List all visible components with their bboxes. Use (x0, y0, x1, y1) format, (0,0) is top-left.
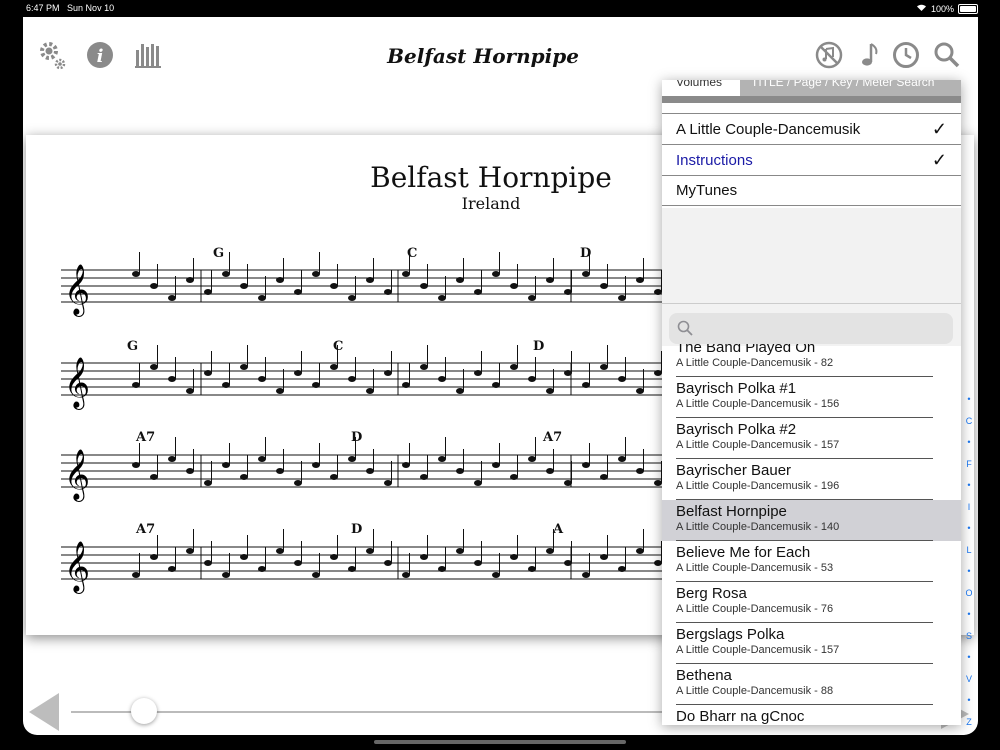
volume-list-empty-area (662, 208, 961, 304)
tune-title: Bayrisch Polka #2 (676, 421, 797, 438)
tune-source: A Little Couple-Dancemusik - 157 (676, 439, 840, 451)
volume-item[interactable]: A Little Couple-Dancemusik ✓ (662, 113, 961, 144)
battery-percent: 100% (930, 3, 954, 14)
status-bar: 6:47 PM Sun Nov 10 100% (0, 0, 1000, 17)
no-sound-icon[interactable] (815, 41, 843, 69)
index-dot[interactable]: • (962, 518, 976, 540)
tune-row[interactable]: Do Bharr na gCnoc (662, 705, 961, 725)
status-battery: 100% (916, 3, 978, 14)
tune-title: Believe Me for Each (676, 544, 811, 561)
svg-text:i: i (97, 46, 104, 67)
tune-title: Bayrisch Polka #1 (676, 380, 797, 397)
index-dot[interactable]: • (962, 432, 976, 454)
magnifier-icon (677, 320, 693, 341)
svg-text:𝄞: 𝄞 (64, 264, 90, 317)
tune-list[interactable]: The Band Played On A Little Couple-Dance… (662, 344, 961, 725)
index-dot[interactable]: • (962, 647, 976, 669)
tune-row[interactable]: Bayrischer Bauer A Little Couple-Dancemu… (662, 459, 961, 500)
previous-page-arrow-icon[interactable] (29, 693, 61, 735)
chord-label: D (580, 246, 591, 261)
tune-source: A Little Couple-Dancemusik - 53 (676, 562, 834, 574)
index-letter[interactable]: V (962, 669, 976, 691)
volume-label: MyTunes (676, 182, 738, 199)
index-dot[interactable]: • (962, 690, 976, 712)
index-dot[interactable]: • (962, 604, 976, 626)
tune-title: Bayrischer Bauer (676, 462, 792, 479)
index-letter[interactable]: F (962, 454, 976, 476)
svg-text:𝄞: 𝄞 (64, 541, 90, 594)
page-title: Belfast Hornpipe (387, 44, 579, 68)
status-time: 6:47 PM Sun Nov 10 (26, 3, 115, 13)
index-letter[interactable]: S (962, 626, 976, 648)
tune-row[interactable]: Bayrisch Polka #1 A Little Couple-Dancem… (662, 377, 961, 418)
chord-label: A7 (135, 522, 155, 537)
index-letter[interactable]: I (962, 497, 976, 519)
library-icon[interactable] (134, 41, 162, 69)
index-letter[interactable]: Z (962, 712, 976, 734)
tune-source: A Little Couple-Dancemusik - 196 (676, 480, 840, 492)
home-indicator (374, 740, 626, 744)
alphabet-index[interactable]: • C • F • I • L • O • S • V • Z (962, 389, 976, 729)
app-window: i Belfast Hornpipe Belfast Hornpipe Irel… (23, 17, 978, 735)
index-dot[interactable]: • (962, 475, 976, 497)
music-note-icon[interactable] (856, 41, 884, 69)
chord-label: A7 (542, 430, 562, 445)
chord-label: A (552, 522, 564, 537)
tune-row[interactable]: Bayrisch Polka #2 A Little Couple-Dancem… (662, 418, 961, 459)
index-dot[interactable]: • (962, 561, 976, 583)
index-letter[interactable]: L (962, 540, 976, 562)
tune-row[interactable]: Berg Rosa A Little Couple-Dancemusik - 7… (662, 582, 961, 623)
index-letter[interactable]: C (962, 411, 976, 433)
segment-bar (662, 96, 961, 103)
volume-label: Instructions (676, 151, 753, 169)
search-input[interactable] (699, 318, 939, 338)
svg-text:𝄞: 𝄞 (64, 357, 90, 410)
tune-source: A Little Couple-Dancemusik - 157 (676, 644, 840, 656)
tune-source: A Little Couple-Dancemusik - 76 (676, 603, 834, 615)
chord-label: G (213, 246, 224, 261)
svg-text:𝄞: 𝄞 (64, 449, 90, 502)
volume-item[interactable]: MyTunes (662, 175, 961, 206)
search-field[interactable] (669, 313, 953, 344)
tune-row[interactable]: The Band Played On A Little Couple-Dance… (662, 344, 961, 377)
chord-label: D (351, 430, 362, 445)
tune-title: Bethena (676, 667, 732, 684)
tune-row[interactable]: Bethena A Little Couple-Dancemusik - 88 (662, 664, 961, 705)
index-dot[interactable]: • (962, 389, 976, 411)
volume-label: A Little Couple-Dancemusik (676, 120, 861, 138)
search-icon[interactable] (933, 41, 961, 69)
tune-source: A Little Couple-Dancemusik - 82 (676, 357, 834, 369)
checkmark-icon: ✓ (931, 118, 947, 139)
tune-title: Do Bharr na gCnoc (676, 708, 805, 725)
volume-list: A Little Couple-Dancemusik ✓ Instruction… (662, 113, 961, 206)
tune-row-selected[interactable]: Belfast Hornpipe A Little Couple-Dancemu… (662, 500, 961, 541)
chord-label: A7 (135, 430, 155, 445)
chord-label: D (533, 339, 544, 354)
tune-row[interactable]: Bergslags Polka A Little Couple-Dancemus… (662, 623, 961, 664)
tune-title: Berg Rosa (676, 585, 747, 602)
tune-title: The Band Played On (676, 344, 816, 356)
tune-title: Belfast Hornpipe (676, 503, 787, 520)
tune-title: Bergslags Polka (676, 626, 785, 643)
chord-label: G (127, 339, 138, 354)
info-icon[interactable]: i (86, 41, 114, 69)
search-bar-container (662, 304, 961, 346)
index-letter[interactable]: O (962, 583, 976, 605)
battery-icon (958, 3, 978, 14)
page-slider-thumb[interactable] (131, 698, 158, 724)
tune-source: A Little Couple-Dancemusik - 88 (676, 685, 834, 697)
tune-browser-popover: Volumes TITLE / Page / Key / Meter Searc… (662, 80, 961, 725)
history-icon[interactable] (892, 41, 920, 69)
gear-icon[interactable] (38, 41, 66, 70)
chord-label: D (351, 522, 362, 537)
tune-source: A Little Couple-Dancemusik - 156 (676, 398, 840, 410)
tune-source: A Little Couple-Dancemusik - 140 (676, 521, 840, 533)
chord-label: C (333, 339, 343, 354)
checkmark-icon: ✓ (931, 149, 947, 170)
wifi-icon (916, 3, 927, 14)
page-slider-track[interactable] (71, 711, 681, 713)
tune-row[interactable]: Believe Me for Each A Little Couple-Danc… (662, 541, 961, 582)
volume-item[interactable]: Instructions ✓ (662, 144, 961, 175)
chord-label: C (407, 246, 417, 261)
